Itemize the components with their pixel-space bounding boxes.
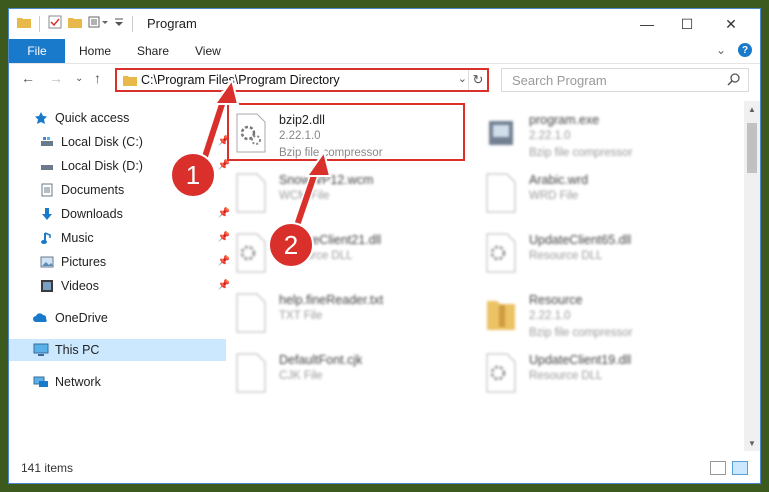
- step-2-marker: 2: [268, 222, 314, 268]
- annotation-arrows: [195, 77, 332, 242]
- step-1-marker: 1: [170, 152, 216, 198]
